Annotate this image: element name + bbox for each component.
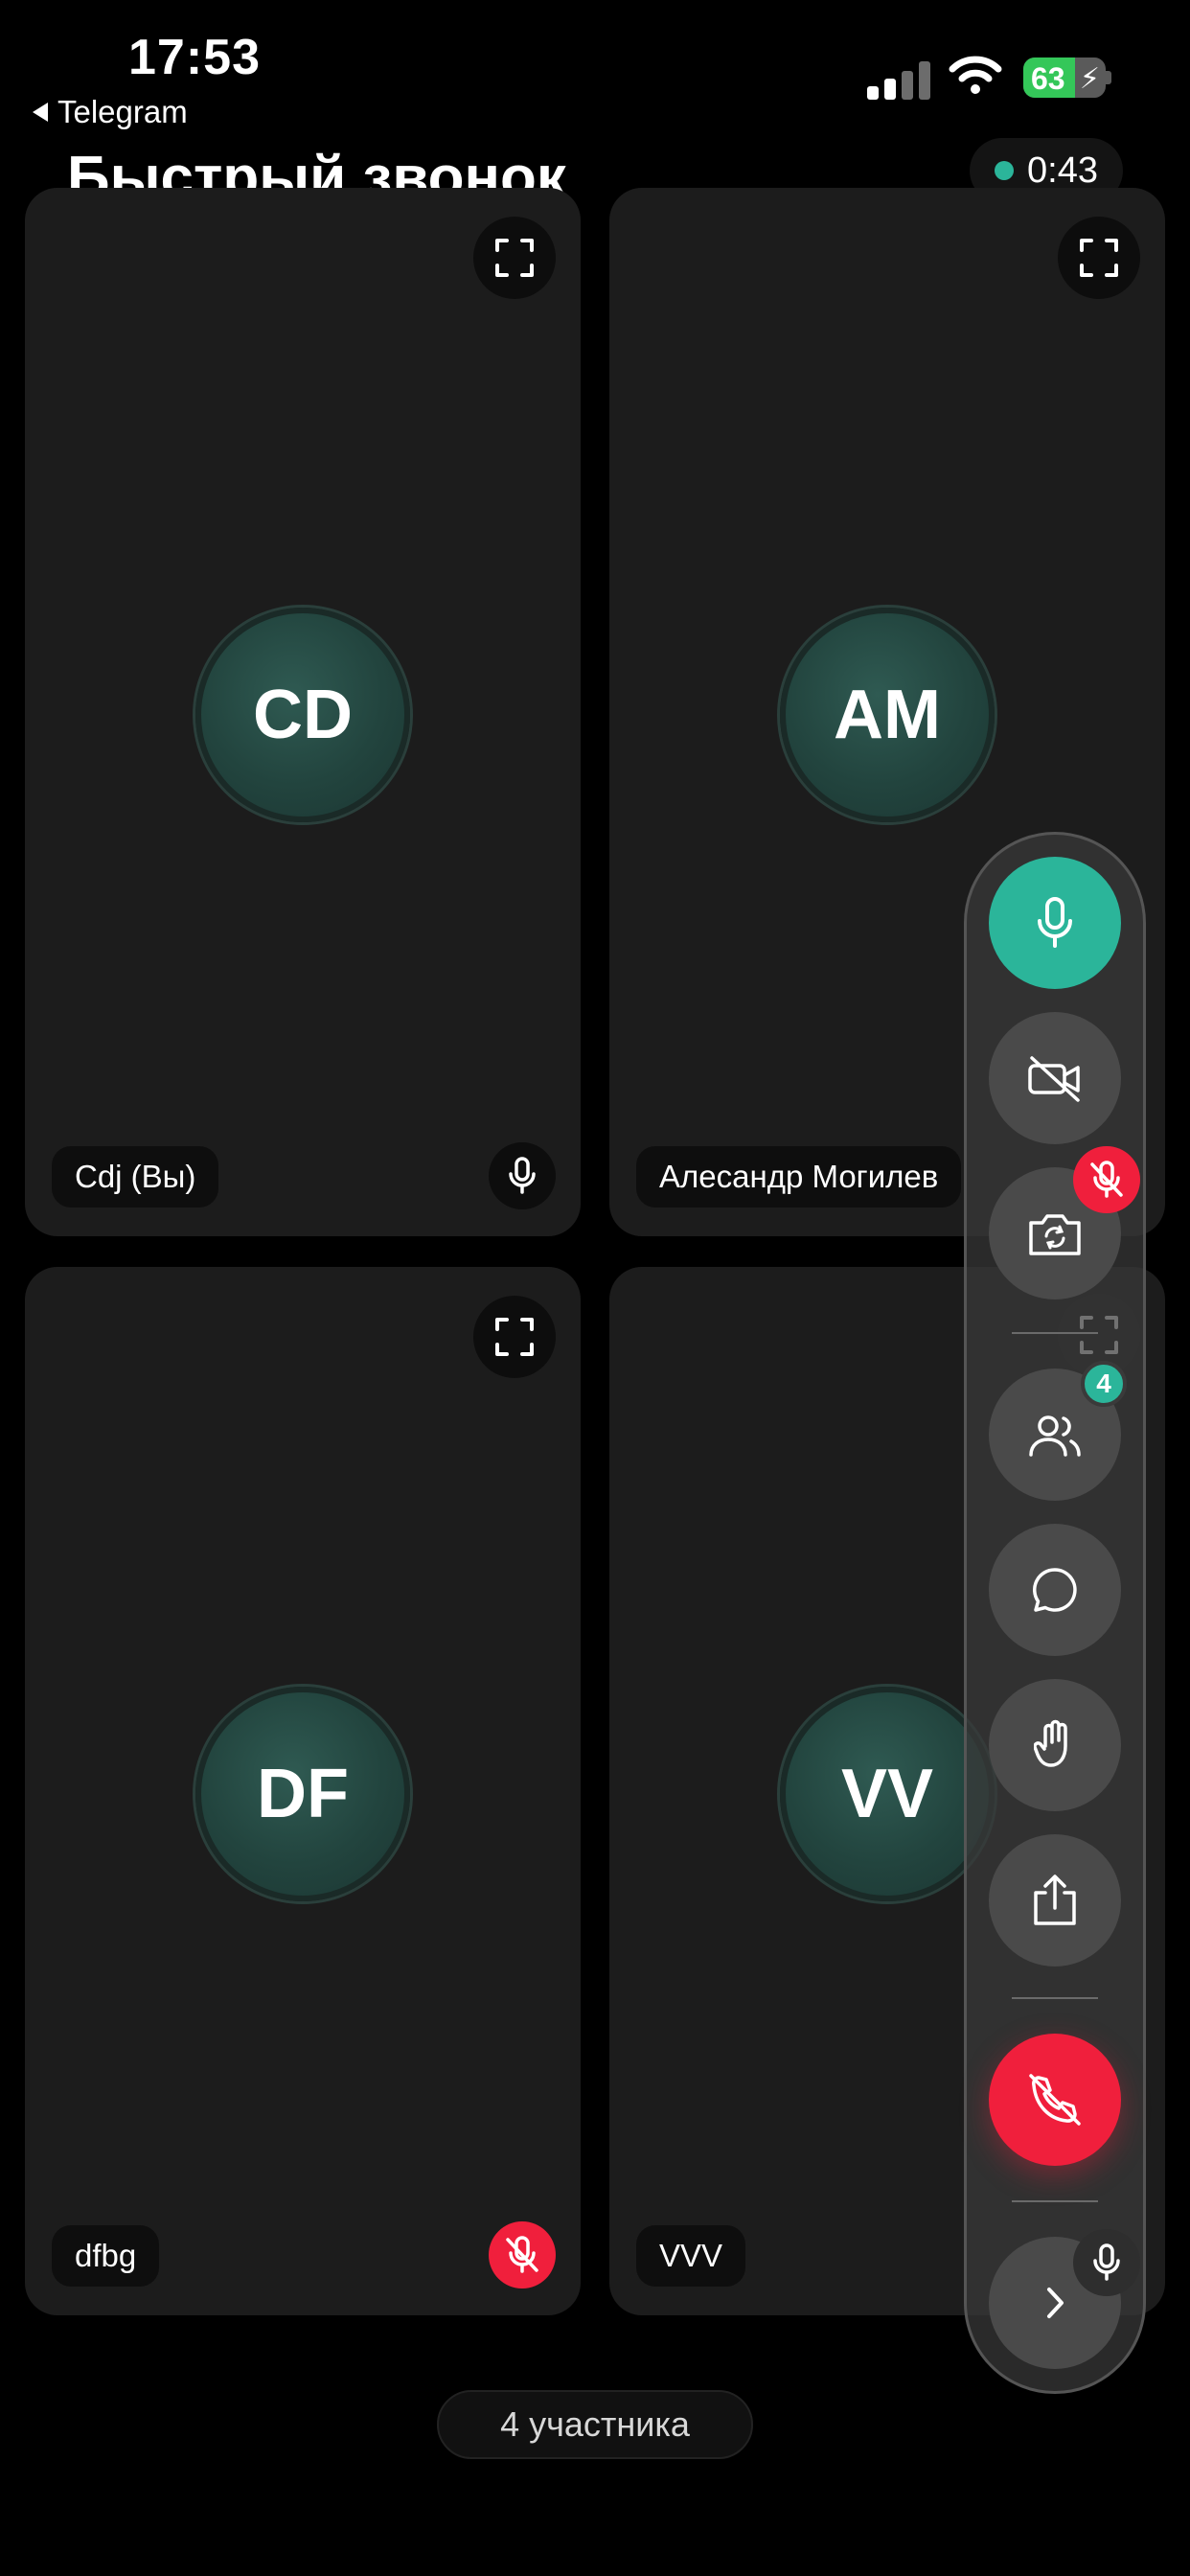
status-time: 17:53 bbox=[128, 30, 261, 85]
participant-mic-status bbox=[489, 1142, 556, 1209]
call-timer-value: 0:43 bbox=[1027, 150, 1098, 191]
flip-camera-icon bbox=[1029, 1214, 1081, 1255]
expand-icon bbox=[495, 239, 534, 277]
end-call-button[interactable] bbox=[989, 2034, 1121, 2166]
avatar: AM bbox=[780, 608, 995, 822]
share-screen-button[interactable] bbox=[989, 1834, 1121, 1966]
chat-button[interactable] bbox=[989, 1524, 1121, 1656]
back-arrow-icon bbox=[33, 103, 48, 122]
microphone-toggle-button[interactable] bbox=[989, 857, 1121, 989]
participant-mic-status bbox=[489, 2221, 556, 2288]
panel-divider bbox=[1012, 1997, 1098, 1999]
avatar: VV bbox=[780, 1687, 995, 1901]
participant-mic-status bbox=[1073, 2229, 1140, 2296]
participants-count-badge: 4 bbox=[1081, 1361, 1127, 1407]
mic-off-icon bbox=[506, 2236, 538, 2273]
expand-icon bbox=[1080, 239, 1118, 277]
mic-icon bbox=[1038, 897, 1072, 948]
people-icon bbox=[1029, 1415, 1081, 1457]
mic-icon bbox=[1093, 2243, 1120, 2281]
end-call-icon bbox=[1029, 2074, 1081, 2126]
chevron-right-icon bbox=[1047, 2288, 1064, 2318]
mic-icon bbox=[509, 1157, 536, 1194]
participant-tile[interactable]: DF dfbg bbox=[25, 1267, 581, 2315]
participant-name: Cdj (Вы) bbox=[52, 1146, 219, 1208]
participant-name: VVV bbox=[636, 2225, 746, 2287]
back-app-label: Telegram bbox=[57, 94, 188, 129]
expand-button[interactable] bbox=[473, 217, 556, 299]
battery-icon: 63 ⚡ bbox=[1023, 58, 1111, 98]
participant-mic-status bbox=[1073, 1146, 1140, 1213]
panel-divider bbox=[1012, 2200, 1098, 2202]
participant-name: Алесандр Могилев bbox=[636, 1146, 962, 1208]
avatar: CD bbox=[195, 608, 410, 822]
expand-icon bbox=[495, 1318, 534, 1356]
participant-tile[interactable]: CD Cdj (Вы) bbox=[25, 188, 581, 1236]
expand-button[interactable] bbox=[473, 1296, 556, 1378]
participant-name: dfbg bbox=[52, 2225, 160, 2287]
camera-toggle-button[interactable] bbox=[989, 1012, 1121, 1144]
avatar: DF bbox=[195, 1687, 410, 1901]
cellular-signal-icon bbox=[867, 59, 930, 100]
participants-count-pill[interactable]: 4 участника bbox=[437, 2390, 753, 2459]
back-to-telegram-link[interactable]: Telegram bbox=[33, 94, 188, 130]
wifi-icon bbox=[949, 56, 1002, 94]
share-icon bbox=[1034, 1874, 1076, 1925]
chat-icon bbox=[1033, 1568, 1077, 1612]
expand-button[interactable] bbox=[1058, 217, 1140, 299]
camera-off-icon bbox=[1028, 1056, 1080, 1102]
recording-dot-icon bbox=[995, 161, 1015, 180]
raise-hand-button[interactable] bbox=[989, 1679, 1121, 1811]
mic-off-icon bbox=[1090, 1161, 1123, 1198]
panel-divider bbox=[1012, 1332, 1098, 1334]
battery-percent: 63 bbox=[1031, 61, 1065, 96]
raise-hand-icon bbox=[1034, 1719, 1067, 1767]
